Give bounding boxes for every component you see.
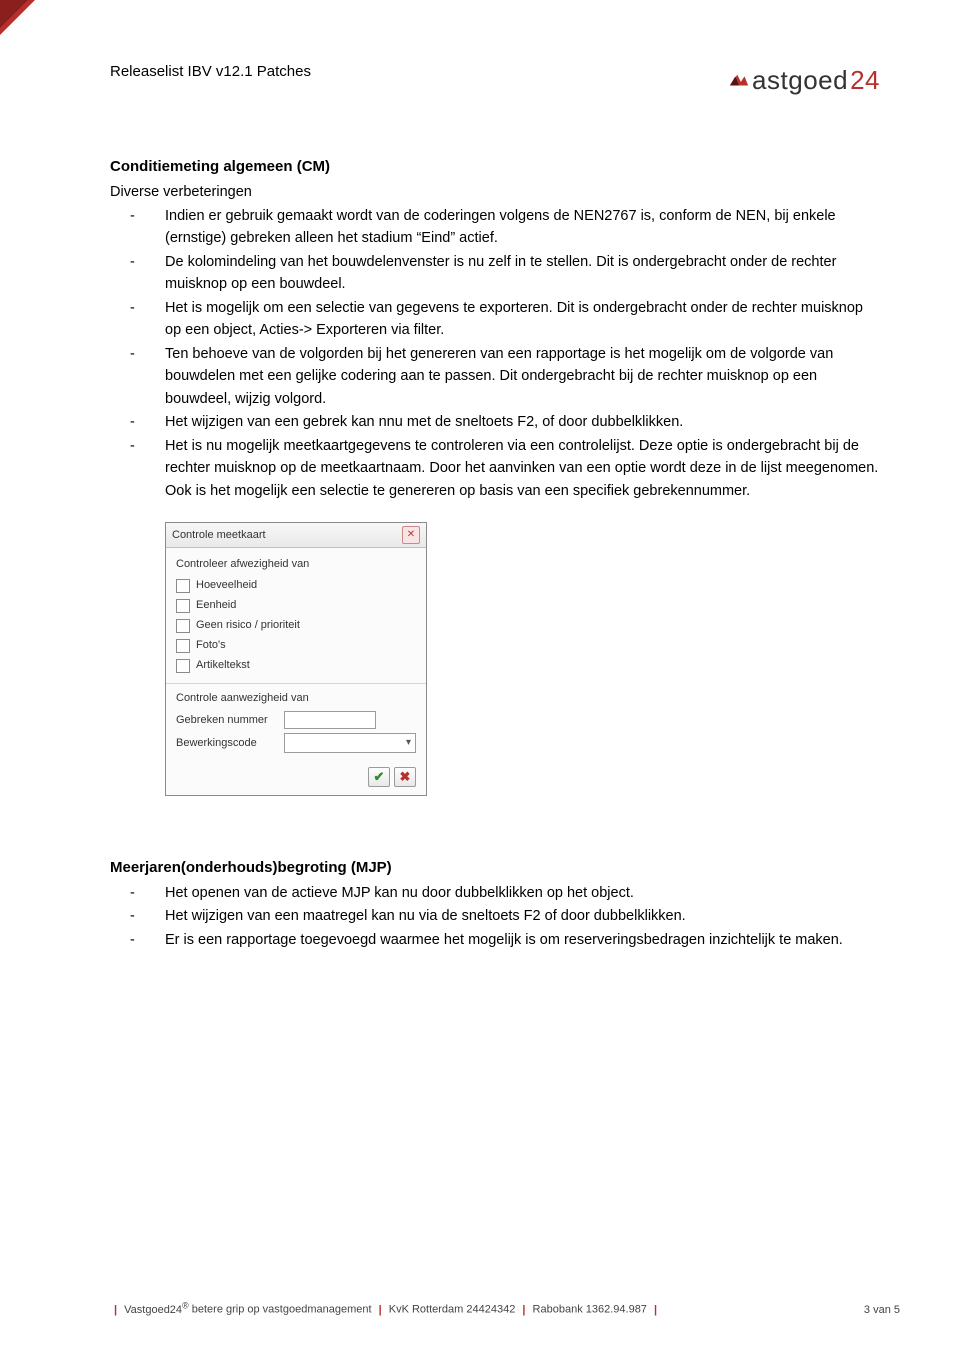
bewerkingscode-select[interactable] — [284, 733, 416, 753]
section-cm-list: Indien er gebruik gemaakt wordt van de c… — [110, 205, 880, 502]
footer-tagline: betere grip op vastgoedmanagement — [192, 1304, 372, 1316]
checkbox-risico[interactable] — [176, 619, 190, 633]
checkbox-artikeltekst[interactable] — [176, 659, 190, 673]
list-item: De kolomindeling van het bouwdelenvenste… — [110, 251, 880, 296]
group-afwezigheid-label: Controleer afwezigheid van — [176, 556, 416, 573]
checkbox-label: Eenheid — [196, 597, 236, 614]
field-gebreken-label: Gebreken nummer — [176, 712, 276, 729]
section-cm-heading: Conditiemeting algemeen (CM) — [110, 155, 880, 178]
checkbox-label: Geen risico / prioriteit — [196, 617, 300, 634]
checkbox-label: Foto's — [196, 637, 226, 654]
brand-logo: astgoed 24 — [728, 60, 880, 100]
brand-mark-icon — [728, 69, 750, 91]
list-item: Ten behoeve van de volgorden bij het gen… — [110, 343, 880, 410]
field-bewerking-label: Bewerkingscode — [176, 735, 276, 752]
list-item: Het is nu mogelijk meetkaartgegevens te … — [110, 435, 880, 502]
check-icon: ✔ — [374, 767, 385, 787]
checkbox-fotos[interactable] — [176, 639, 190, 653]
page-footer: | Vastgoed24® betere grip op vastgoedman… — [110, 1299, 900, 1319]
footer-left: | Vastgoed24® betere grip op vastgoedman… — [110, 1299, 661, 1319]
group-aanwezigheid-label: Controle aanwezigheid van — [176, 690, 416, 707]
checkbox-hoeveelheid[interactable] — [176, 579, 190, 593]
section-cm-subheading: Diverse verbeteringen — [110, 181, 880, 203]
footer-bank: Rabobank 1362.94.987 — [533, 1304, 647, 1316]
checkbox-label: Hoeveelheid — [196, 577, 257, 594]
list-item: Het wijzigen van een maatregel kan nu vi… — [110, 905, 880, 927]
list-item: Indien er gebruik gemaakt wordt van de c… — [110, 205, 880, 250]
page-number: 3 van 5 — [864, 1302, 900, 1319]
cancel-icon: ✖ — [400, 767, 411, 787]
doc-header-title: Releaselist IBV v12.1 Patches — [110, 60, 311, 83]
list-item: Het is mogelijk om een selectie van gege… — [110, 297, 880, 342]
list-item: Het openen van de actieve MJP kan nu doo… — [110, 882, 880, 904]
footer-brand: Vastgoed24® — [124, 1304, 189, 1316]
dialog-ok-button[interactable]: ✔ — [368, 767, 390, 787]
dialog-title: Controle meetkaart — [172, 527, 266, 544]
footer-kvk: KvK Rotterdam 24424342 — [389, 1304, 516, 1316]
close-icon: ✕ — [407, 527, 415, 543]
section-mjp-list: Het openen van de actieve MJP kan nu doo… — [110, 882, 880, 951]
list-item: Er is een rapportage toegevoegd waarmee … — [110, 929, 880, 951]
brand-text-a: astgoed — [752, 60, 848, 100]
checkbox-label: Artikeltekst — [196, 657, 250, 674]
list-item: Het wijzigen van een gebrek kan nnu met … — [110, 411, 880, 433]
corner-accent — [0, 0, 35, 35]
dialog-close-button[interactable]: ✕ — [402, 526, 420, 544]
gebreken-nummer-input[interactable] — [284, 711, 376, 729]
controle-meetkaart-dialog: Controle meetkaart ✕ Controleer afwezigh… — [165, 522, 427, 796]
brand-text-b: 24 — [850, 60, 880, 100]
checkbox-eenheid[interactable] — [176, 599, 190, 613]
section-mjp-heading: Meerjaren(onderhouds)begroting (MJP) — [110, 856, 880, 879]
dialog-cancel-button[interactable]: ✖ — [394, 767, 416, 787]
